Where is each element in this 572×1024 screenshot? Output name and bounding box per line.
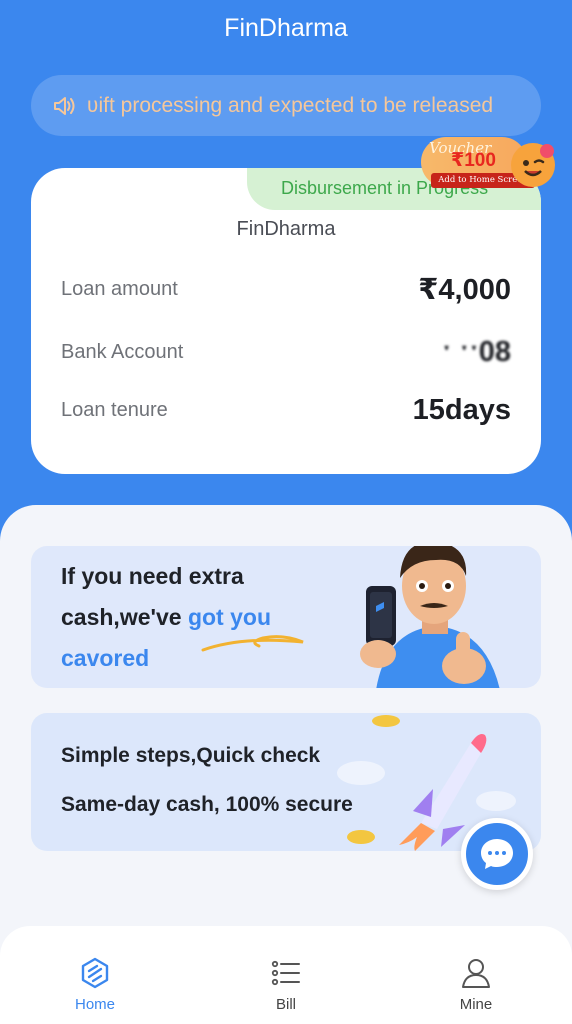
- user-icon: [462, 959, 490, 988]
- tab-home[interactable]: Home: [45, 956, 145, 1013]
- bank-account-label: Bank Account: [61, 341, 184, 363]
- chat-bubble-icon: [481, 839, 513, 869]
- tab-mine-label: Mine: [459, 996, 493, 1013]
- extra-cash-banner[interactable]: If you need extra cash,we've got you cav…: [31, 546, 541, 688]
- loan-amount-row: Loan amount ₹4,000: [61, 272, 511, 307]
- tab-bill[interactable]: Bill: [236, 956, 336, 1013]
- tab-mine[interactable]: Mine: [426, 956, 526, 1013]
- extra-cash-line1: If you need extra: [61, 563, 244, 589]
- lender-name: FinDharma: [236, 218, 336, 240]
- loan-amount-label: Loan amount: [61, 278, 178, 300]
- extra-cash-text: If you need extra cash,we've got you cav…: [61, 556, 271, 679]
- quick-steps-banner[interactable]: Simple steps,Quick check Same-day cash, …: [31, 713, 541, 851]
- app-title: FinDharma: [224, 14, 348, 42]
- notice-marquee[interactable]: ʋift processing and expected to be relea…: [31, 75, 541, 136]
- speaker-icon: [54, 96, 75, 115]
- voucher-badge[interactable]: Voucher ₹100 Add to Home Screen: [421, 133, 561, 193]
- loan-tenure-label: Loan tenure: [61, 399, 168, 421]
- loan-tenure-value: 15days: [412, 394, 511, 426]
- loan-tenure-row: Loan tenure 15days: [61, 394, 511, 427]
- chat-support-button[interactable]: [461, 818, 533, 890]
- tab-bill-label: Bill: [275, 996, 296, 1013]
- home-icon: [81, 957, 109, 989]
- bill-list-icon: [271, 960, 300, 986]
- bank-account-value: ˑ ˑˑ08: [441, 336, 511, 368]
- loan-status-card[interactable]: Disbursement in Progress FinDharma Loan …: [31, 168, 541, 474]
- steps-line1: Simple steps,Quick check: [61, 744, 321, 767]
- bottom-tab-bar: Home Bill Mine: [0, 926, 572, 1024]
- bank-account-row: Bank Account ˑ ˑˑ08: [61, 336, 511, 369]
- underline-scribble-icon: [201, 635, 304, 652]
- emoji-face-icon: [511, 143, 555, 187]
- man-with-phone-illustration: [360, 546, 500, 688]
- loan-amount-value: ₹4,000: [418, 274, 511, 306]
- notice-text: ʋift processing and expected to be relea…: [87, 93, 494, 117]
- voucher-amount: ₹100: [451, 150, 496, 171]
- tab-home-label: Home: [74, 996, 115, 1013]
- steps-line2: Same-day cash, 100% secure: [61, 793, 353, 816]
